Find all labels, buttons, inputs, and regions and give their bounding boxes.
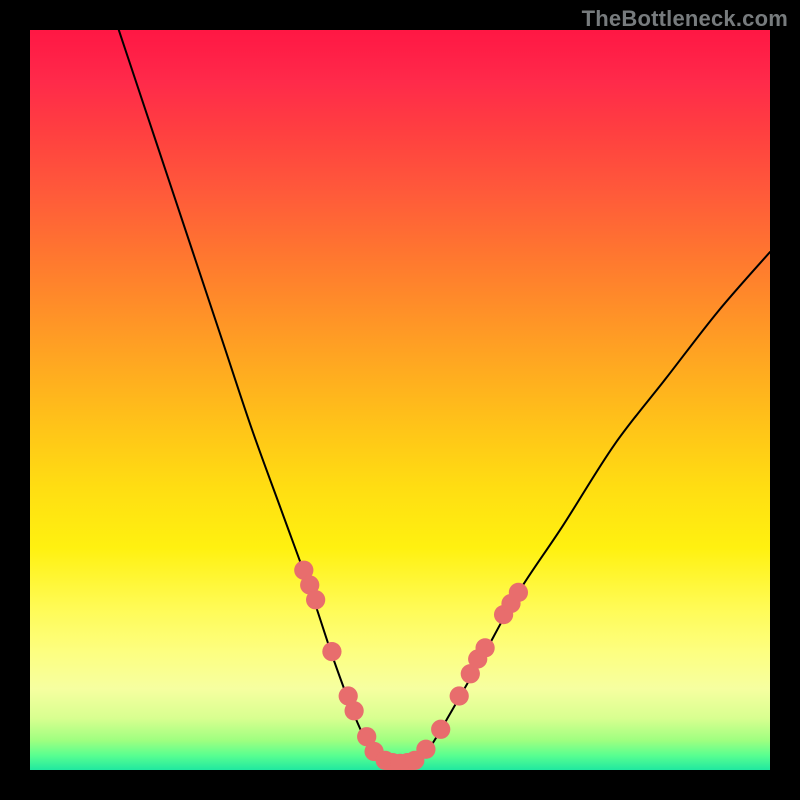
watermark-text: TheBottleneck.com [582, 6, 788, 32]
highlight-dot [306, 590, 325, 609]
highlight-dot [345, 701, 364, 720]
chart-svg [30, 30, 770, 770]
highlight-dot [475, 638, 494, 657]
highlight-dot [509, 583, 528, 602]
highlight-dot [322, 642, 341, 661]
plot-area [30, 30, 770, 770]
highlight-dot [431, 720, 450, 739]
chart-frame: TheBottleneck.com [0, 0, 800, 800]
highlight-dot [416, 740, 435, 759]
highlight-dot [450, 686, 469, 705]
bottleneck-curve [119, 30, 770, 764]
highlight-dots [294, 561, 528, 770]
